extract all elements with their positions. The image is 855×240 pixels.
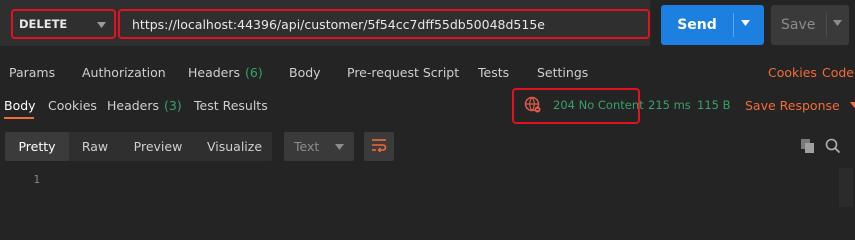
editor-scrollbar[interactable] (839, 168, 853, 207)
url-text: https://localhost:44396/api/customer/5f5… (132, 16, 545, 32)
tab-label: Settings (537, 64, 589, 80)
select-value: Text (294, 139, 320, 154)
visualize-button[interactable]: Visualize (197, 132, 272, 161)
line-number: 1 (33, 173, 40, 186)
tab-label: Headers (188, 64, 241, 80)
headers-count: (3) (164, 97, 182, 113)
tab-params[interactable]: Params (9, 58, 55, 86)
chevron-down-icon[interactable] (833, 20, 842, 26)
chevron-down-icon (97, 22, 106, 28)
wrap-lines-button[interactable] (364, 132, 394, 161)
tab-label: Authorization (82, 64, 166, 80)
format-toolbar: Pretty Raw Preview Visualize (5, 132, 272, 161)
cookies-link[interactable]: Cookies (768, 58, 817, 86)
raw-button[interactable]: Raw (71, 132, 119, 161)
chevron-down-icon (849, 102, 855, 108)
tab-response-cookies[interactable]: Cookies (48, 91, 97, 119)
response-type-select[interactable]: Text (284, 132, 354, 161)
tab-label: Body (4, 97, 36, 113)
send-label: Send (677, 17, 717, 33)
tab-settings[interactable]: Settings (537, 58, 588, 86)
button-label: Preview (133, 139, 183, 154)
wrap-lines-icon (371, 138, 387, 155)
chevron-down-icon[interactable] (741, 20, 750, 26)
link-label: Code (822, 64, 855, 80)
tab-tests[interactable]: Tests (478, 58, 509, 86)
response-size[interactable]: 115 B (697, 95, 731, 115)
headers-count: (6) (245, 64, 263, 80)
tab-response-headers[interactable]: Headers (3) (107, 91, 182, 119)
tab-test-results[interactable]: Test Results (194, 91, 268, 119)
pretty-button[interactable]: Pretty (5, 132, 69, 161)
save-response-label: Save Response (745, 97, 840, 113)
tab-response-body[interactable]: Body (4, 91, 36, 119)
tab-label: Pre-request Script (347, 64, 460, 80)
link-label: Cookies (768, 64, 817, 80)
button-label: Pretty (18, 139, 56, 154)
chevron-down-icon (335, 144, 344, 150)
preview-button[interactable]: Preview (123, 132, 193, 161)
save-button[interactable]: Save (771, 5, 849, 45)
tab-label: Headers (107, 97, 160, 113)
button-label: Raw (81, 139, 109, 154)
status-code[interactable]: 204 No Content (553, 95, 644, 115)
tab-body[interactable]: Body (289, 58, 321, 86)
tab-label: Tests (478, 64, 510, 80)
tab-authorization[interactable]: Authorization (82, 58, 166, 86)
globe-icon[interactable] (524, 96, 542, 117)
url-input[interactable]: https://localhost:44396/api/customer/5f5… (118, 9, 650, 39)
tab-label: Test Results (194, 97, 268, 113)
tab-label: Body (289, 64, 321, 80)
tab-label: Params (9, 64, 56, 80)
method-select[interactable]: DELETE (11, 9, 116, 39)
save-response-button[interactable]: Save Response (745, 95, 855, 115)
save-label: Save (781, 17, 816, 33)
send-button[interactable]: Send (661, 5, 764, 45)
search-icon[interactable] (825, 138, 841, 157)
tab-headers[interactable]: Headers (6) (188, 58, 263, 86)
divider (826, 13, 827, 37)
copy-icon[interactable] (800, 138, 816, 157)
divider (733, 13, 734, 37)
request-tabs: Params Authorization Headers (6) Body Pre… (0, 58, 855, 86)
method-label: DELETE (19, 17, 68, 31)
response-time[interactable]: 215 ms (648, 95, 691, 115)
button-label: Visualize (206, 139, 263, 154)
active-tab-underline (4, 117, 34, 119)
tab-pre-request-script[interactable]: Pre-request Script (347, 58, 459, 86)
code-link[interactable]: Code (822, 58, 854, 86)
tab-label: Cookies (48, 97, 97, 113)
